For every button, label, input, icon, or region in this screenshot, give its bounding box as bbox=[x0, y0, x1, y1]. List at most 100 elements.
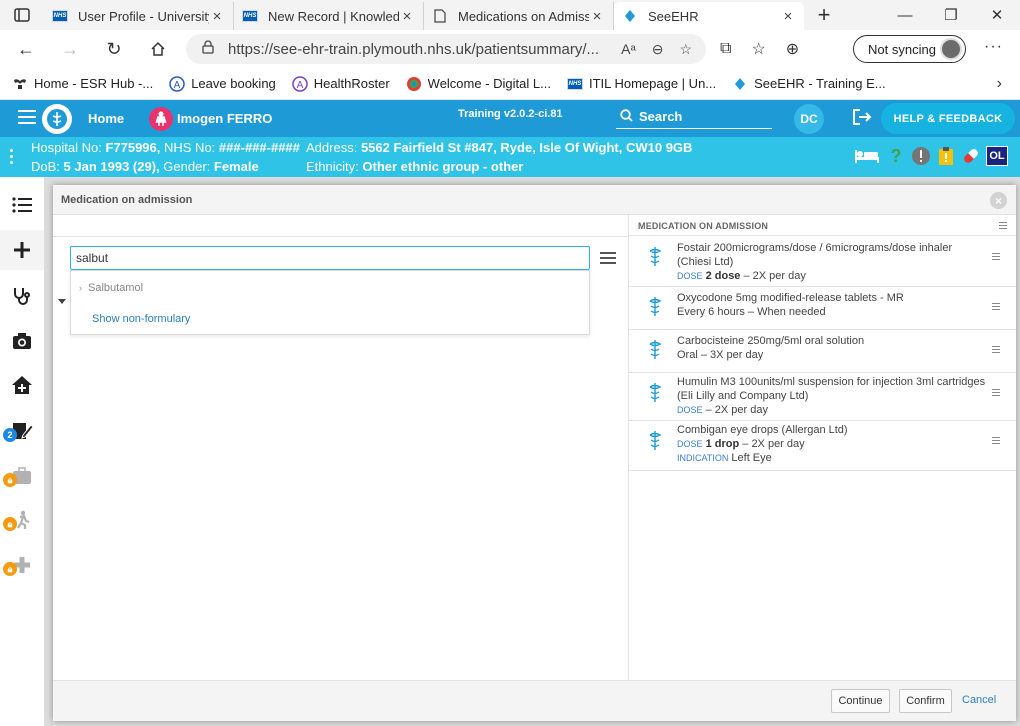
indication-tag: INDICATION bbox=[677, 453, 729, 463]
back-icon[interactable]: ← bbox=[4, 30, 48, 68]
caduceus-icon bbox=[649, 297, 662, 316]
chevron-right-icon[interactable]: › bbox=[997, 75, 1002, 93]
medication-item[interactable]: Humulin M3 100units/ml suspension for in… bbox=[629, 373, 1016, 421]
medication-search-input[interactable] bbox=[70, 246, 590, 270]
bookmark-itil-homepage[interactable]: NHS ITIL Homepage | Un... bbox=[559, 76, 724, 92]
restore-icon[interactable]: ❐ bbox=[928, 6, 974, 24]
add-favorite-icon[interactable]: ☆ bbox=[679, 41, 692, 58]
bookmark-label: Home - ESR Hub -... bbox=[34, 76, 154, 91]
hamburger-list-icon[interactable] bbox=[600, 252, 616, 267]
dose-value: 2 dose bbox=[705, 270, 741, 282]
close-window-icon[interactable]: ✕ bbox=[974, 6, 1020, 24]
tab-title: Medications on Admiss bbox=[458, 8, 589, 24]
alert-icon[interactable] bbox=[911, 146, 931, 166]
close-tab-icon[interactable]: × bbox=[589, 8, 605, 25]
lock-icon: 🔒︎ bbox=[3, 473, 17, 487]
stethoscope-icon[interactable] bbox=[0, 276, 44, 316]
digital-icon bbox=[406, 76, 422, 92]
refresh-icon[interactable]: ↻ bbox=[92, 30, 136, 68]
nhs-icon: NHS bbox=[566, 76, 584, 92]
search-label: Search bbox=[639, 109, 683, 124]
url-field[interactable]: https://see-ehr-train.plymouth.nhs.uk/pa… bbox=[186, 34, 706, 64]
medication-item[interactable]: Fostair 200micrograms/dose / 6micrograms… bbox=[629, 237, 1016, 287]
caduceus-icon bbox=[649, 340, 662, 359]
modal-header: Medication on admission × bbox=[53, 185, 1016, 215]
item-menu-icon[interactable] bbox=[992, 389, 1000, 398]
item-menu-icon[interactable] bbox=[992, 303, 1000, 312]
pill-icon[interactable] bbox=[961, 146, 981, 166]
bookmark-leave-booking[interactable]: A Leave booking bbox=[161, 75, 284, 92]
user-avatar[interactable]: DC bbox=[794, 104, 824, 134]
show-non-formulary-link[interactable]: Show non-formulary bbox=[92, 313, 190, 325]
confirm-button[interactable]: Confirm bbox=[899, 689, 952, 713]
suggestion-salbutamol[interactable]: › Salbutamol bbox=[79, 282, 143, 294]
help-feedback-button[interactable]: HELP & FEEDBACK bbox=[881, 103, 1015, 134]
dose-value: 1 drop bbox=[705, 438, 740, 450]
date-of-birth: 5 Jan 1993 (29), bbox=[63, 159, 160, 174]
bookmark-esr-hub[interactable]: Home - ESR Hub -... bbox=[0, 76, 161, 92]
close-tab-icon[interactable]: × bbox=[780, 8, 796, 25]
frequency: – 2X per day bbox=[742, 438, 805, 450]
nhs-icon: NHS bbox=[241, 8, 259, 24]
bed-icon[interactable] bbox=[853, 146, 881, 166]
collections-icon[interactable]: ⊕ bbox=[786, 39, 799, 59]
caret-down-icon[interactable] bbox=[58, 299, 66, 304]
browser-tab-bar: NHS User Profile - University × NHS New … bbox=[0, 0, 1020, 30]
medication-item[interactable]: Carbocisteine 250mg/5ml oral solution Or… bbox=[629, 330, 1016, 373]
new-tab-icon[interactable]: + bbox=[804, 0, 844, 30]
chevron-right-icon: › bbox=[79, 283, 82, 293]
flag-ol-badge[interactable]: OL bbox=[986, 146, 1008, 166]
cancel-link[interactable]: Cancel bbox=[962, 694, 996, 706]
browser-tab-medications[interactable]: Medications on Admiss × bbox=[424, 2, 614, 30]
search-field[interactable]: Search bbox=[616, 105, 772, 129]
notification-badge: 2 bbox=[3, 428, 17, 442]
seeehr-logo[interactable] bbox=[42, 104, 72, 134]
more-options-icon[interactable]: ··· bbox=[984, 38, 1003, 56]
left-sidebar: 2 🔒︎ 🔒︎ 🔒︎ bbox=[0, 177, 44, 726]
menu-icon[interactable] bbox=[18, 110, 36, 128]
favorites-icon[interactable]: ☆ bbox=[751, 39, 765, 59]
close-icon[interactable]: × bbox=[990, 192, 1007, 209]
medication-name: Fostair 200micrograms/dose / 6micrograms… bbox=[677, 242, 953, 268]
forward-icon[interactable]: → bbox=[48, 30, 92, 68]
bookmark-seeehr[interactable]: SeeEHR - Training E... bbox=[724, 76, 894, 92]
logout-icon[interactable] bbox=[852, 108, 872, 131]
minimize-icon[interactable]: — bbox=[882, 7, 928, 24]
patient-name[interactable]: Imogen FERRO bbox=[177, 111, 272, 126]
banner-menu-icon[interactable] bbox=[10, 149, 14, 167]
medication-list-title: MEDICATION ON ADMISSION bbox=[638, 221, 769, 231]
house-add-icon[interactable] bbox=[0, 365, 44, 405]
medication-item[interactable]: Combigan eye drops (Allergan Ltd) DOSE 1… bbox=[629, 421, 1016, 471]
add-icon[interactable] bbox=[0, 230, 44, 270]
close-tab-icon[interactable]: × bbox=[399, 8, 415, 25]
zoom-icon[interactable]: ⊖ bbox=[652, 41, 664, 58]
lock-icon: 🔒︎ bbox=[3, 517, 17, 531]
item-menu-icon[interactable] bbox=[992, 437, 1000, 446]
item-menu-icon[interactable] bbox=[992, 253, 1000, 262]
nhs-icon: NHS bbox=[51, 8, 69, 24]
list-menu-icon[interactable] bbox=[999, 222, 1007, 231]
item-menu-icon[interactable] bbox=[992, 346, 1000, 355]
read-aloud-icon[interactable]: A͏ᵃ bbox=[621, 41, 636, 58]
browser-tab-user-profile[interactable]: NHS User Profile - University × bbox=[44, 2, 234, 30]
browser-tab-new-record[interactable]: NHS New Record | Knowledg × bbox=[234, 2, 424, 30]
bookmark-healthroster[interactable]: A HealthRoster bbox=[284, 75, 398, 92]
browser-tab-seeehr[interactable]: SeeEHR × bbox=[614, 2, 804, 30]
clipboard-alert-icon[interactable] bbox=[936, 146, 956, 166]
home-link[interactable]: Home bbox=[88, 111, 124, 126]
extensions-icon[interactable]: ⧉ bbox=[720, 40, 731, 58]
medication-item[interactable]: Oxycodone 5mg modified-release tablets -… bbox=[629, 287, 1016, 330]
bookmark-digital-learning[interactable]: Welcome - Digital L... bbox=[398, 76, 559, 92]
home-icon[interactable] bbox=[136, 30, 180, 68]
list-icon[interactable] bbox=[0, 185, 44, 225]
question-icon[interactable]: ? bbox=[886, 146, 906, 166]
medication-detail: Oral – 3X per day bbox=[677, 349, 764, 361]
browser-toolbar-icons: ⧉ ☆ ⊕ bbox=[720, 30, 799, 68]
camera-icon[interactable] bbox=[0, 321, 44, 361]
sync-button[interactable]: Not syncing bbox=[853, 35, 966, 63]
continue-button[interactable]: Continue bbox=[831, 689, 890, 713]
lock-icon[interactable] bbox=[202, 40, 214, 58]
hospital-number: F775996, bbox=[105, 140, 161, 155]
tab-actions-icon[interactable] bbox=[0, 0, 44, 30]
close-tab-icon[interactable]: × bbox=[209, 8, 225, 25]
